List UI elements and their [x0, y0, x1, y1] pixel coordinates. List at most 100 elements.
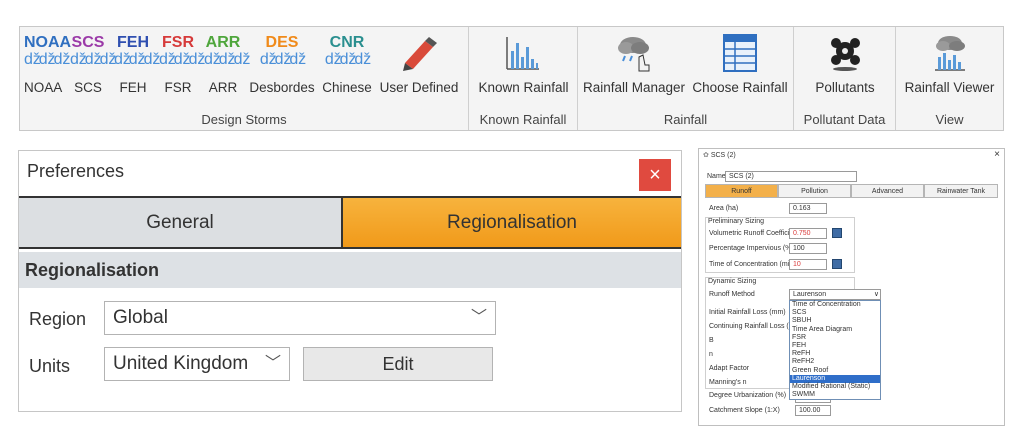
imp-label: Percentage Impervious (%) [709, 245, 794, 252]
preferences-title: Preferences [27, 161, 125, 181]
runoff-method-dropdown-list: Time of Concentration SCS SBUH Time Area… [789, 300, 881, 401]
option-item[interactable]: ReFH2 [790, 358, 880, 366]
group-known-rainfall: Known Rainfall Known Rainfall [469, 27, 578, 130]
group-view: Rainfall Viewer View [896, 27, 1003, 130]
rain-chart-icon [935, 36, 965, 71]
n-label: n [709, 351, 713, 358]
scs-dialog: ✿ SCS (2) × Name SCS (2) Runoff Pollutio… [698, 148, 1005, 426]
option-item[interactable]: Green Roof [790, 367, 880, 375]
cloud-hand-icon [618, 37, 650, 72]
scs-label: SCS [74, 80, 102, 95]
region-value: Global [113, 307, 168, 328]
runoff-method-label: Runoff Method [709, 291, 755, 298]
name-field[interactable]: SCS (2) [725, 171, 857, 182]
feh-label: FEH [119, 80, 147, 95]
option-item-selected[interactable]: Laurenson [790, 374, 880, 383]
scs-icon: SCS [71, 34, 105, 51]
tab-rainwater-tank[interactable]: Rainwater Tank [924, 184, 998, 198]
section-heading: Regionalisation [19, 252, 681, 288]
runoff-method-select[interactable]: Laurenson ∨ [789, 289, 881, 300]
edit-button[interactable]: Edit [303, 347, 493, 381]
arr-label: ARR [208, 80, 238, 95]
option-item[interactable]: FEH [790, 342, 880, 350]
region-label: Region [29, 309, 87, 329]
vrc-field[interactable]: 0.750 [789, 228, 827, 239]
des-icon: DES [265, 34, 299, 51]
toc-label: Time of Concentration (mins) [709, 261, 799, 268]
tab-regionalisation[interactable]: Regionalisation [343, 198, 681, 247]
area-label: Area (ha) [709, 205, 739, 212]
mannings-n-label: Manning's n [709, 379, 747, 386]
tab-runoff[interactable]: Runoff [705, 184, 778, 198]
user-defined-label: User Defined [379, 80, 459, 95]
area-field[interactable]: 0.163 [789, 203, 827, 214]
preferences-dialog: Preferences × General Regionalisation Re… [18, 150, 682, 412]
adapt-factor-label: Adapt Factor [709, 365, 750, 372]
name-label: Name [707, 173, 726, 180]
group-label-design-storms: Design Storms [201, 112, 287, 127]
b-label: B [709, 337, 714, 344]
rainfall-viewer-label: Rainfall Viewer [904, 80, 995, 95]
bar-chart-icon [506, 37, 539, 70]
chevron-down-icon: ﹀ [264, 355, 281, 372]
dynamic-sizing-title: Dynamic Sizing [708, 278, 757, 285]
group-label-rainfall: Rainfall [663, 112, 708, 127]
known-rainfall-label: Known Rainfall [478, 80, 569, 95]
vrc-label: Volumetric Runoff Coefficient [709, 230, 800, 237]
units-label: Units [29, 356, 71, 376]
option-item[interactable]: SCS [790, 309, 880, 317]
toc-field[interactable]: 10 [789, 259, 827, 270]
urbanization-label: Degree Urbanization (%) [709, 392, 787, 399]
tab-advanced[interactable]: Advanced [851, 184, 924, 198]
option-item[interactable]: ReFH [790, 350, 880, 358]
group-label-known-rainfall: Known Rainfall [479, 112, 567, 127]
tab-general[interactable]: General [19, 198, 343, 247]
arr-icon: ARR [205, 34, 241, 51]
fsr-icon: FSR [162, 34, 194, 51]
option-item[interactable]: Time Area Diagram [790, 326, 880, 334]
catchment-slope-field[interactable]: 100.00 [795, 405, 831, 416]
desbordes-label: Desbordes [249, 80, 315, 95]
noaa-label: NOAA [24, 80, 63, 95]
catchment-slope-label: Catchment Slope (1:X) [709, 407, 780, 414]
option-item[interactable]: SWMM [790, 391, 880, 399]
rainfall-manager-label: Rainfall Manager [582, 80, 686, 95]
group-design-storms: NOAA ǆǆǆ NOAA SCS ǆǆǆ SCS FEH ǆǆǆ FEH FS… [20, 27, 469, 130]
option-item[interactable]: SBUH [790, 317, 880, 325]
pollutants-label: Pollutants [815, 80, 875, 95]
option-item[interactable]: Time of Concentration [790, 301, 880, 309]
initial-loss-label: Initial Rainfall Loss (mm) [709, 309, 786, 316]
choose-rainfall-label: Choose Rainfall [692, 80, 788, 95]
table-icon [723, 34, 757, 72]
preferences-tabs: General Regionalisation [19, 196, 681, 249]
noaa-icon: NOAA [24, 34, 72, 51]
group-label-pollutant-data: Pollutant Data [803, 112, 886, 127]
group-pollutant-data: Pollutants Pollutant Data [794, 27, 896, 130]
imp-field[interactable]: 100 [789, 243, 827, 254]
window-title: ✿ SCS (2) [703, 152, 736, 159]
group-label-view: View [935, 112, 964, 127]
chinese-label: Chinese [322, 80, 372, 95]
tab-pollution[interactable]: Pollution [778, 184, 851, 198]
group-rainfall: Rainfall Manager Choose Rainfall Rainfal… [578, 27, 794, 130]
feh-icon: FEH [117, 34, 149, 51]
region-select[interactable]: Global ﹀ [104, 301, 496, 335]
pencil-icon [403, 37, 437, 71]
calculator-icon[interactable] [832, 259, 842, 269]
chevron-down-icon: ﹀ [470, 309, 487, 326]
option-item[interactable]: FSR [790, 334, 880, 342]
cnr-icon: CNR [329, 34, 365, 51]
calculator-icon[interactable] [832, 228, 842, 238]
fsr-label: FSR [164, 80, 192, 95]
units-select[interactable]: United Kingdom ﹀ [104, 347, 290, 381]
chevron-down-icon: ∨ [873, 291, 879, 298]
close-button[interactable]: × [639, 159, 671, 191]
units-value: United Kingdom [113, 353, 249, 374]
pollutant-icon [831, 38, 860, 71]
close-icon[interactable]: × [994, 149, 1000, 160]
ribbon: NOAA ǆǆǆ NOAA SCS ǆǆǆ SCS FEH ǆǆǆ FEH FS… [19, 26, 1004, 131]
app-icon: ✿ [703, 152, 709, 159]
option-item[interactable]: Modified Rational (Static) [790, 383, 880, 391]
preliminary-sizing-title: Preliminary Sizing [708, 218, 765, 225]
runoff-method-value: Laurenson [793, 291, 827, 298]
